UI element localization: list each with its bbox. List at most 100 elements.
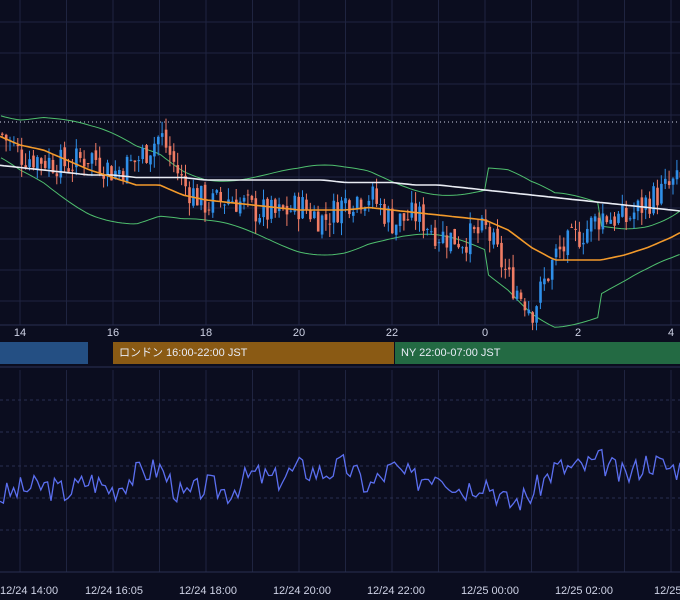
candle-body bbox=[562, 246, 566, 252]
candle-body bbox=[375, 188, 378, 204]
candle-body bbox=[558, 246, 562, 250]
candle-body bbox=[262, 199, 265, 218]
candle-body bbox=[28, 159, 31, 167]
candle-body bbox=[207, 209, 211, 211]
candle-body bbox=[554, 248, 558, 258]
candle-body bbox=[539, 281, 542, 303]
time-tick-label: 12/24 18:00 bbox=[178, 585, 238, 597]
candle-body bbox=[504, 268, 507, 270]
candle-body bbox=[82, 158, 86, 167]
candle-body bbox=[246, 194, 250, 196]
hour-tick-label: 0 bbox=[481, 327, 489, 339]
candle-body bbox=[675, 170, 679, 180]
candle-body bbox=[348, 200, 351, 215]
candle-body bbox=[597, 217, 601, 230]
candle-body bbox=[352, 211, 355, 216]
candle-body bbox=[137, 160, 141, 162]
price-chart[interactable] bbox=[0, 0, 680, 600]
candle-body bbox=[1, 133, 4, 135]
candle-body bbox=[129, 159, 133, 161]
time-tick-label: 12/24 14:00 bbox=[0, 585, 59, 597]
candle-body bbox=[67, 168, 70, 172]
hour-tick-label: 4 bbox=[667, 327, 675, 339]
candle-body bbox=[133, 160, 137, 163]
candle-body bbox=[632, 212, 636, 219]
candle-body bbox=[316, 211, 320, 232]
candle-body bbox=[55, 173, 59, 177]
candle-body bbox=[215, 190, 219, 193]
candle-body bbox=[367, 200, 371, 206]
candle-body bbox=[297, 196, 300, 220]
candle-body bbox=[625, 207, 628, 222]
time-tick-label: 12/24 22:00 bbox=[366, 585, 426, 597]
candle-body bbox=[605, 216, 609, 223]
candle-body bbox=[652, 186, 655, 214]
candle-body bbox=[578, 231, 581, 247]
candle-body bbox=[235, 199, 238, 212]
candle-body bbox=[394, 224, 398, 235]
candle-body bbox=[457, 243, 460, 248]
candle-body bbox=[508, 267, 511, 270]
candle-body bbox=[196, 188, 199, 206]
candle-body bbox=[664, 178, 667, 184]
candle-body bbox=[336, 202, 339, 223]
candle-body bbox=[449, 232, 453, 252]
candle-body bbox=[43, 160, 47, 168]
candle-body bbox=[289, 210, 293, 212]
candle-body bbox=[628, 218, 632, 220]
candle-body bbox=[125, 156, 129, 184]
candle-body bbox=[586, 228, 589, 243]
hour-tick-label: 14 bbox=[13, 327, 27, 339]
candle-body bbox=[355, 196, 359, 209]
candle-body bbox=[550, 259, 554, 280]
candle-body bbox=[24, 165, 27, 168]
hour-tick-label: 2 bbox=[574, 327, 582, 339]
candle-body bbox=[164, 129, 168, 148]
candle-body bbox=[582, 242, 585, 245]
candle-body bbox=[157, 136, 160, 145]
candle-body bbox=[47, 157, 51, 169]
candle-body bbox=[40, 158, 43, 164]
candle-body bbox=[601, 213, 605, 230]
candle-body bbox=[172, 151, 176, 162]
candle-body bbox=[371, 186, 375, 200]
candle-body bbox=[437, 242, 441, 244]
candle-body bbox=[98, 157, 102, 173]
candle-body bbox=[320, 215, 324, 235]
candle-body bbox=[422, 204, 425, 231]
candle-body bbox=[543, 278, 546, 285]
candle-body bbox=[621, 205, 624, 217]
candle-body bbox=[324, 214, 328, 220]
candle-body bbox=[472, 227, 476, 230]
candle-body bbox=[383, 204, 386, 224]
candle-body bbox=[461, 247, 464, 249]
candle-body bbox=[309, 209, 312, 220]
candle-body bbox=[250, 195, 254, 200]
candle-body bbox=[110, 166, 113, 181]
time-tick-label: 12/25 02:00 bbox=[554, 585, 614, 597]
candle-body bbox=[445, 235, 449, 248]
candle-body bbox=[344, 198, 347, 204]
hour-tick-label: 22 bbox=[385, 327, 399, 339]
candle-body bbox=[469, 223, 472, 255]
candle-body bbox=[640, 197, 644, 213]
candle-body bbox=[547, 278, 550, 281]
candle-body bbox=[656, 187, 659, 206]
candle-body bbox=[476, 227, 480, 234]
time-tick-label: 12/25 00:00 bbox=[460, 585, 520, 597]
candle-body bbox=[660, 183, 663, 204]
candle-body bbox=[328, 223, 332, 225]
hour-tick-label: 16 bbox=[106, 327, 120, 339]
candle-body bbox=[379, 204, 382, 206]
candle-body bbox=[301, 197, 304, 219]
candle-body bbox=[63, 147, 66, 167]
candle-body bbox=[59, 149, 63, 178]
session-block: NY 22:00-07:00 JST bbox=[395, 342, 680, 364]
candle-body bbox=[511, 267, 515, 299]
candle-body bbox=[20, 149, 24, 165]
candle-body bbox=[32, 155, 35, 168]
time-tick-label: 12/24 16:05 bbox=[84, 585, 144, 597]
chart-grid bbox=[0, 0, 680, 573]
candle-body bbox=[410, 202, 414, 218]
candle-body bbox=[270, 199, 273, 219]
